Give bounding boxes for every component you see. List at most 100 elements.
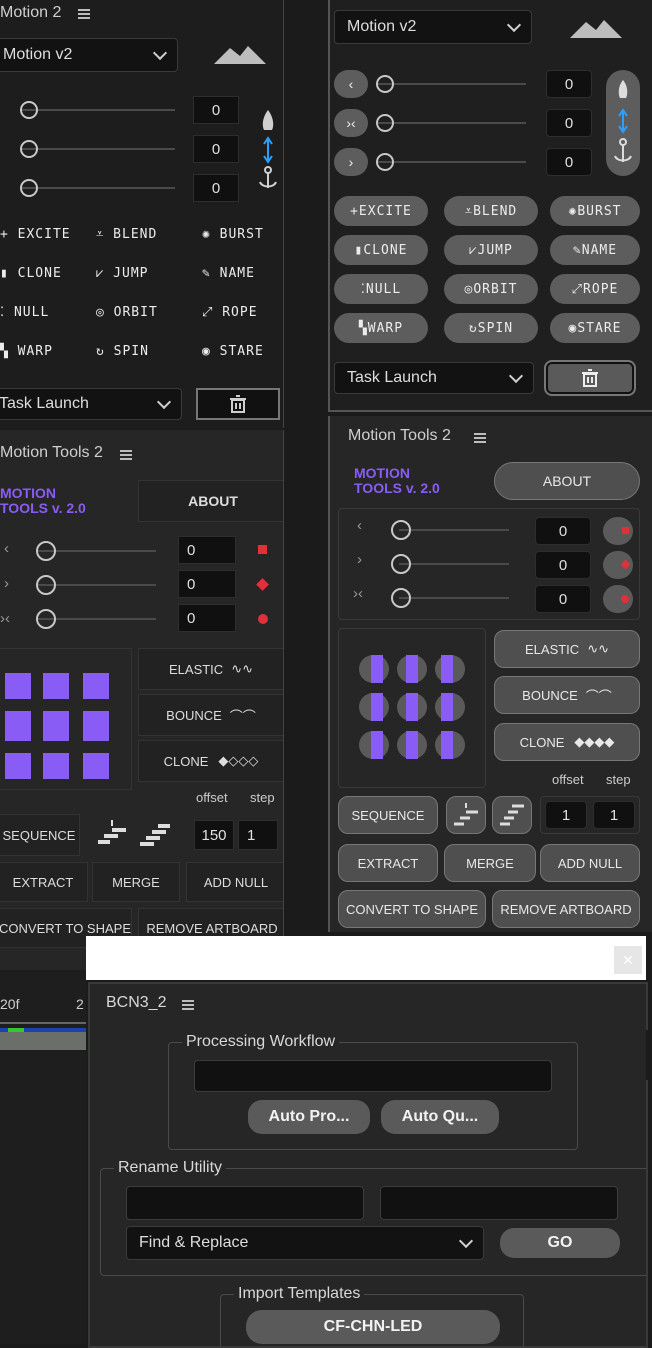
value-field[interactable]: 0 (535, 585, 591, 613)
task-launch-dropdown[interactable]: Task Launch (0, 388, 182, 420)
add-null-button[interactable]: ADD NULL (540, 844, 640, 882)
clone-dots-button[interactable]: CLONE ◆◇◇◇ (138, 740, 283, 782)
go-button[interactable]: GO (500, 1228, 620, 1258)
workflow-field[interactable] (194, 1060, 552, 1092)
ease-both-icon[interactable]: ›‹ (353, 585, 363, 602)
offset-field[interactable]: 150 (194, 820, 234, 850)
add-null-button[interactable]: ADD NULL (186, 862, 283, 902)
slider-knob[interactable] (391, 588, 411, 608)
slider-knob[interactable] (20, 179, 38, 197)
value-field[interactable]: 0 (193, 174, 239, 202)
anchor-bottom-center[interactable] (397, 731, 427, 759)
bounce-button[interactable]: BOUNCE ⌒⌒ (138, 694, 283, 736)
stair-up-button[interactable] (492, 796, 532, 834)
ease-out-icon[interactable]: › (4, 575, 9, 592)
delete-button[interactable] (544, 360, 636, 396)
excite-button[interactable]: + EXCITE (334, 196, 428, 226)
value-field[interactable]: 0 (535, 551, 591, 579)
clone-dots-button[interactable]: CLONE ◆◆◆◆ (494, 723, 640, 761)
value-field[interactable]: 0 (178, 570, 236, 598)
warp-button[interactable]: ▚ WARP (334, 313, 428, 343)
anchor-middle-left[interactable] (5, 711, 31, 741)
anchor-center[interactable] (397, 693, 427, 721)
ease-both-button[interactable]: ›‹ (334, 109, 368, 137)
name-button[interactable]: ✎ NAME (202, 266, 255, 281)
value-field[interactable]: 0 (535, 517, 591, 545)
extract-button[interactable]: EXTRACT (0, 862, 88, 902)
stair-down-button[interactable] (446, 796, 486, 834)
elastic-button[interactable]: ELASTIC ∿∿ (494, 630, 640, 668)
keyframe-circle-button[interactable] (603, 585, 633, 613)
anchor-middle-right[interactable] (435, 693, 465, 721)
auto-pro-button[interactable]: Auto Pro... (248, 1100, 370, 1134)
value-field[interactable]: 0 (178, 604, 236, 632)
elastic-button[interactable]: ELASTIC ∿∿ (138, 648, 283, 690)
anchor-top-right[interactable] (435, 655, 465, 683)
slider-knob[interactable] (376, 75, 394, 93)
anchor-bottom-center[interactable] (43, 753, 69, 779)
keyframe-square-button[interactable] (603, 517, 633, 545)
null-button[interactable]: ⁚ NULL (334, 274, 428, 304)
step-field[interactable]: 1 (238, 820, 278, 850)
rope-button[interactable]: ⤢ ROPE (202, 305, 258, 320)
panel-menu-icon[interactable] (182, 997, 194, 1014)
sequence-button[interactable]: SEQUENCE (0, 814, 80, 856)
anchor-top-left[interactable] (5, 673, 31, 699)
value-field[interactable]: 0 (193, 96, 239, 124)
spin-button[interactable]: ↻ SPIN (96, 344, 149, 359)
slider-knob[interactable] (36, 575, 56, 595)
stare-button[interactable]: ◉ STARE (202, 344, 264, 359)
keyframe-diamond-icon[interactable] (256, 578, 269, 591)
step-field[interactable]: 1 (593, 801, 635, 829)
panel-menu-icon[interactable] (78, 6, 90, 23)
keyframe-square-icon[interactable] (258, 545, 267, 554)
task-launch-dropdown[interactable]: Task Launch (334, 362, 534, 394)
delete-button[interactable] (196, 388, 280, 420)
auto-qu-button[interactable]: Auto Qu... (381, 1100, 499, 1134)
slider-knob[interactable] (20, 140, 38, 158)
anchor-center[interactable] (43, 711, 69, 741)
rename-mode-dropdown[interactable]: Find & Replace (126, 1226, 484, 1260)
about-button[interactable]: ABOUT (138, 480, 283, 522)
anchor-middle-right[interactable] (83, 711, 109, 741)
jump-button[interactable]: ⩗ JUMP (444, 235, 538, 265)
anchor-bottom-left[interactable] (359, 731, 389, 759)
burst-button[interactable]: ✺ BURST (202, 227, 264, 242)
ease-both-icon[interactable]: ›‹ (0, 610, 10, 627)
value-field[interactable]: 0 (546, 70, 592, 98)
replace-field[interactable] (380, 1186, 618, 1220)
merge-button[interactable]: MERGE (92, 862, 180, 902)
panel-menu-icon[interactable] (474, 430, 486, 447)
stair-down-icon[interactable] (94, 818, 130, 850)
ease-in-icon[interactable]: ‹ (357, 517, 362, 534)
null-button[interactable]: ⁚ NULL (0, 305, 49, 320)
slider-knob[interactable] (36, 609, 56, 629)
link-toggle-group[interactable] (606, 70, 640, 176)
anchor-middle-left[interactable] (359, 693, 389, 721)
extract-button[interactable]: EXTRACT (338, 844, 438, 882)
slider-knob[interactable] (376, 153, 394, 171)
anchor-bottom-right[interactable] (83, 753, 109, 779)
stair-up-icon[interactable] (138, 818, 174, 850)
about-button[interactable]: ABOUT (494, 462, 640, 500)
sequence-button[interactable]: SEQUENCE (338, 796, 438, 834)
name-button[interactable]: ✎ NAME (550, 235, 640, 265)
anchor-top-center[interactable] (397, 655, 427, 683)
slider-knob[interactable] (391, 554, 411, 574)
blend-button[interactable]: ⩡ BLEND (96, 227, 157, 242)
rocket-link-anchor-icons[interactable] (256, 108, 280, 192)
find-field[interactable] (126, 1186, 364, 1220)
value-field[interactable]: 0 (178, 536, 236, 564)
warp-button[interactable]: ▚ WARP (0, 344, 53, 359)
convert-to-shape-button[interactable]: CONVERT TO SHAPE (338, 890, 486, 928)
slider-knob[interactable] (391, 520, 411, 540)
anchor-top-left[interactable] (359, 655, 389, 683)
offset-field[interactable]: 1 (545, 801, 587, 829)
rope-button[interactable]: ⤢ ROPE (550, 274, 640, 304)
value-field[interactable]: 0 (546, 109, 592, 137)
clone-button[interactable]: ▮ CLONE (0, 266, 62, 281)
version-dropdown[interactable]: Motion v2 (334, 10, 532, 44)
template-button[interactable]: CF-CHN-LED (246, 1310, 500, 1344)
keyframe-circle-icon[interactable] (258, 614, 268, 624)
remove-artboard-button[interactable]: REMOVE ARTBOARD (492, 890, 640, 928)
